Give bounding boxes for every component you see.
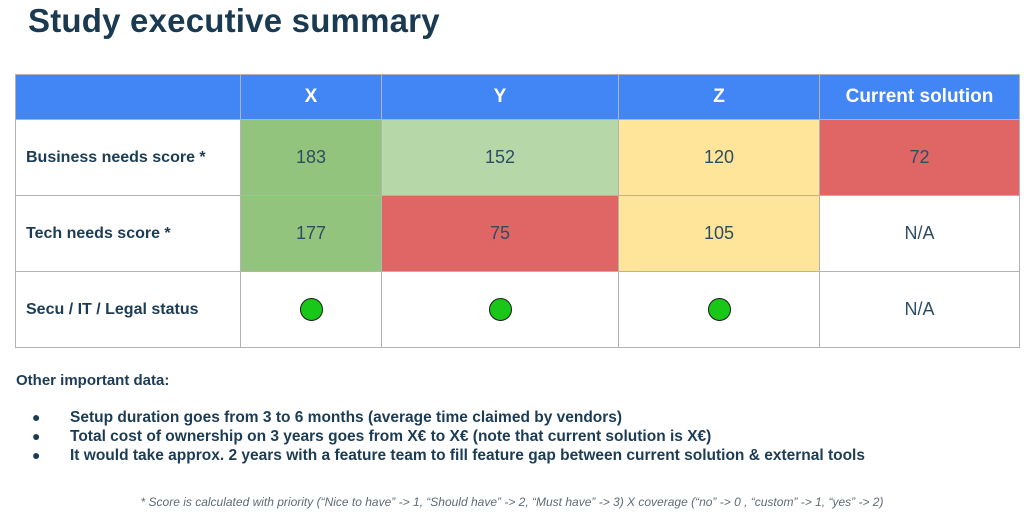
list-item-text: Setup duration goes from 3 to 6 months (… xyxy=(70,409,623,426)
score-cell: N/A xyxy=(819,195,1020,272)
status-cell xyxy=(240,271,382,348)
status-cell xyxy=(618,271,820,348)
header-corner xyxy=(15,74,241,120)
status-cell: N/A xyxy=(819,271,1020,348)
score-cell: 120 xyxy=(618,119,820,196)
list-item: ● Setup duration goes from 3 to 6 months … xyxy=(30,408,865,427)
table-row: Tech needs score * 177 75 105 N/A xyxy=(15,195,1020,272)
table-header-row: X Y Z Current solution xyxy=(15,74,1020,120)
score-cell: 183 xyxy=(240,119,382,196)
row-label-secu-it-legal: Secu / IT / Legal status xyxy=(15,271,241,348)
list-item: ● Total cost of ownership on 3 years goes… xyxy=(30,427,865,446)
table-row: Business needs score * 183 152 120 72 xyxy=(15,119,1020,196)
score-cell: 75 xyxy=(381,195,619,272)
header-current-solution: Current solution xyxy=(819,74,1020,120)
score-cell: 177 xyxy=(240,195,382,272)
score-cell: 72 xyxy=(819,119,1020,196)
bullet-icon: ● xyxy=(32,428,41,444)
page-title: Study executive summary xyxy=(28,2,440,39)
list-item: ● It would take approx. 2 years with a fe… xyxy=(30,446,865,465)
status-ok-icon xyxy=(299,298,323,321)
bullet-icon: ● xyxy=(32,409,41,425)
summary-table: X Y Z Current solution Business needs sc… xyxy=(15,74,1020,348)
score-cell: 152 xyxy=(381,119,619,196)
header-z: Z xyxy=(618,74,820,120)
list-item-text: It would take approx. 2 years with a fea… xyxy=(70,447,865,464)
other-data-heading: Other important data: xyxy=(16,372,170,389)
status-ok-icon xyxy=(707,298,731,321)
other-data-list: ● Setup duration goes from 3 to 6 months … xyxy=(30,408,865,465)
score-cell: 105 xyxy=(618,195,820,272)
status-ok-icon xyxy=(488,298,512,321)
table-row: Secu / IT / Legal status N/A xyxy=(15,271,1020,348)
score-footnote: * Score is calculated with priority (“Ni… xyxy=(140,495,884,509)
header-x: X xyxy=(240,74,382,120)
header-y: Y xyxy=(381,74,619,120)
row-label-tech-needs: Tech needs score * xyxy=(15,195,241,272)
status-cell xyxy=(381,271,619,348)
list-item-text: Total cost of ownership on 3 years goes … xyxy=(70,428,712,445)
row-label-business-needs: Business needs score * xyxy=(15,119,241,196)
bullet-icon: ● xyxy=(32,447,41,463)
